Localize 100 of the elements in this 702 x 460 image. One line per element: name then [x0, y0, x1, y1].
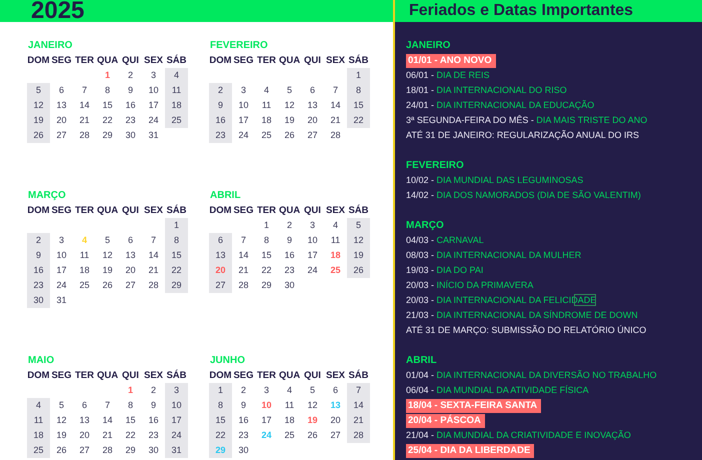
- day-cell: 26: [27, 128, 50, 143]
- day-cell-text: 9: [240, 399, 247, 412]
- weekday-header: SEG: [232, 54, 255, 68]
- weekday-header: DOM: [27, 204, 50, 218]
- weekday-header: TER: [256, 204, 277, 218]
- day-cell-text: 16: [237, 414, 250, 427]
- weekday-header: SEG: [50, 54, 73, 68]
- day-cell: 12: [27, 98, 50, 113]
- day-cell-text: 30: [237, 444, 250, 457]
- day-cell-text: 6: [80, 399, 88, 412]
- weekday-header: SEX: [324, 54, 346, 68]
- day-cell-text: 1: [104, 69, 111, 82]
- day-cell: 16: [209, 113, 232, 128]
- day-cell: 17: [165, 413, 188, 428]
- month-title: FEVEREIRO: [209, 39, 268, 53]
- day-cell-text: 13: [55, 99, 68, 112]
- event-entry: 3ª SEGUNDA-FEIRA DO MÊS - DIA MAIS TRISTE DO ANO: [406, 114, 648, 127]
- day-cell: 11: [165, 83, 188, 98]
- day-cell-text: 18: [283, 414, 296, 427]
- day-cell-text: 22: [101, 114, 114, 127]
- event-entry: 06/01 - DIA DE REIS: [406, 69, 490, 82]
- day-cell-text: 13: [124, 249, 136, 262]
- day-cell-text: 30: [124, 129, 136, 142]
- event-entry: 24/01 - DIA INTERNACIONAL DA EDUCAÇÃO: [406, 99, 594, 112]
- day-cell-text: 6: [58, 84, 65, 97]
- weekday-header: QUA: [278, 204, 301, 218]
- day-cell-text: 20: [124, 264, 136, 277]
- weekday-header: SEG: [232, 369, 255, 383]
- day-cell: 8: [209, 398, 232, 413]
- weekday-header: TER: [74, 204, 95, 218]
- day-cell-text: 1: [126, 384, 134, 397]
- day-cell-text: 15: [101, 99, 114, 112]
- day-cell: 2: [209, 83, 232, 98]
- day-cell-text: 8: [262, 234, 270, 247]
- day-cell: 13: [209, 248, 232, 263]
- event-entry: 10/02 - DIA MUNDIAL DAS LEGUMINOSAS: [406, 174, 584, 187]
- day-cell-text: 19: [283, 114, 296, 127]
- day-cell-text: 6: [308, 84, 316, 97]
- weekday-header: QUI: [121, 369, 140, 383]
- day-cell: 22: [347, 113, 370, 128]
- day-cell-text: 26: [101, 279, 114, 292]
- day-cell-text: 28: [237, 279, 250, 292]
- day-cell-text: 27: [124, 279, 136, 292]
- day-cell-text: 14: [101, 414, 114, 427]
- event-entry: 21/04 - DIA MUNDIAL DA CRIATIVIDADE E INOVAÇÃO: [406, 429, 631, 442]
- day-cell-text: 15: [124, 414, 136, 427]
- day-cell-text: 4: [286, 384, 293, 397]
- day-cell: 1: [209, 383, 232, 398]
- day-cell: 29: [165, 278, 188, 293]
- day-cell: 8: [165, 233, 188, 248]
- weekday-header: SEX: [142, 54, 164, 68]
- day-cell: 5: [27, 83, 50, 98]
- day-cell-text: 19: [101, 264, 114, 277]
- month-title: JANEIRO: [27, 39, 72, 53]
- day-cell: 29: [209, 443, 232, 458]
- month-heading: MARÇO: [406, 219, 444, 233]
- day-cell-text: 5: [308, 384, 316, 397]
- weekday-header: QUA: [278, 369, 301, 383]
- day-cell-text: 26: [306, 429, 318, 442]
- day-cell-text: 24: [55, 279, 68, 292]
- day-cell-text: 19: [306, 414, 318, 427]
- day-cell: 11: [27, 413, 50, 428]
- day-cell-text: 20: [78, 429, 90, 442]
- day-cell-text: 14: [78, 99, 90, 112]
- day-cell-text: 5: [104, 234, 111, 247]
- day-cell-text: 17: [306, 249, 318, 262]
- day-cell-text: 11: [78, 249, 90, 262]
- weekday-header: SÁB: [347, 54, 370, 68]
- holiday-entry: 18/04 - SEXTA-FEIRA SANTA: [406, 398, 542, 412]
- day-cell: 4: [165, 68, 188, 83]
- day-cell-text: 2: [126, 69, 134, 82]
- day-cell-text: 5: [58, 399, 65, 412]
- day-cell-text: 26: [55, 444, 68, 457]
- weekday-header: DOM: [209, 369, 232, 383]
- weekday-header: QUA: [278, 54, 301, 68]
- month-title: JUNHO: [209, 354, 246, 368]
- day-cell: 19: [347, 248, 370, 263]
- day-cell-text: 10: [147, 84, 160, 97]
- day-cell-text: 11: [330, 234, 342, 247]
- day-cell-text: 17: [147, 99, 160, 112]
- weekday-header: DOM: [209, 54, 232, 68]
- day-cell: 10: [165, 398, 188, 413]
- day-cell-text: 29: [101, 129, 114, 142]
- day-cell: 30: [27, 293, 50, 308]
- day-cell-text: 16: [283, 249, 296, 262]
- day-cell: 3: [165, 383, 188, 398]
- day-cell: 9: [27, 248, 50, 263]
- day-cell-text: 23: [124, 114, 136, 127]
- day-cell-text: 8: [126, 399, 134, 412]
- day-cell-text: 24: [260, 429, 272, 442]
- month-title: ABRIL: [209, 189, 241, 203]
- day-cell-text: 22: [260, 264, 272, 277]
- month-heading: JANEIRO: [406, 39, 450, 53]
- day-cell: 18: [27, 428, 50, 443]
- day-cell-text: 24: [237, 129, 250, 142]
- weekday-header: QUA: [96, 369, 119, 383]
- weekday-header: TER: [256, 54, 277, 68]
- day-cell-text: 17: [260, 414, 272, 427]
- day-cell-text: 23: [283, 264, 296, 277]
- day-cell-text: 14: [147, 249, 160, 262]
